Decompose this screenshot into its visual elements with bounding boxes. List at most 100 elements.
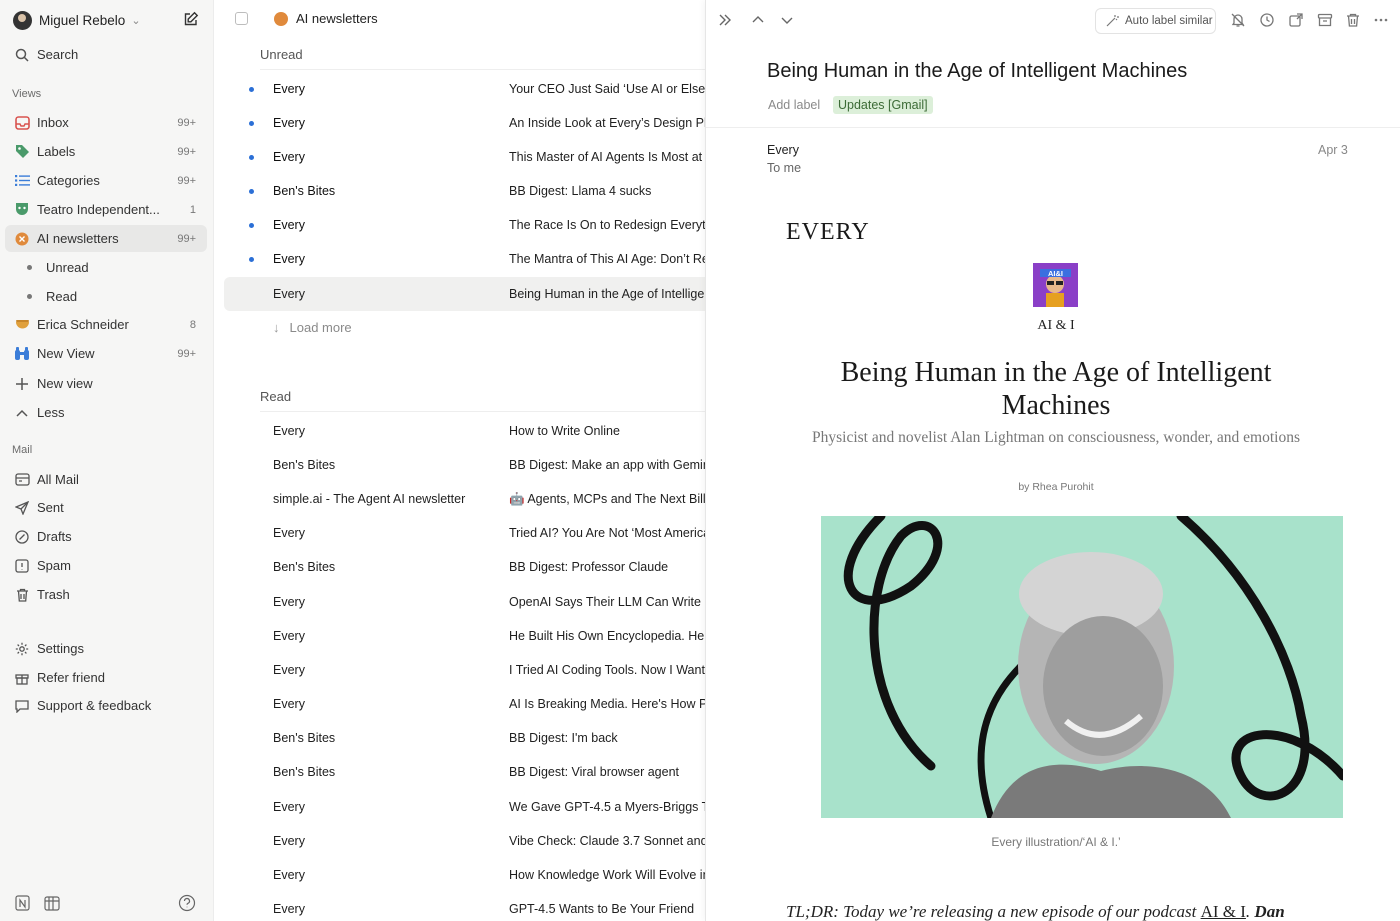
table-row[interactable]: Every The Mantra of This AI Age: Don’t R… — [224, 242, 705, 276]
row-subject: Tried AI? You Are Not ‘Most America — [509, 526, 705, 540]
sidebar-item-count: 99+ — [177, 347, 196, 360]
table-row[interactable]: Every We Gave GPT-4.5 a Myers-Briggs Te — [224, 790, 705, 824]
label-chip[interactable]: Updates [Gmail] — [833, 96, 933, 114]
collapse-panel-icon[interactable] — [717, 12, 733, 28]
inbox-icon — [13, 114, 31, 132]
auto-label-similar-button[interactable]: Auto label similar — [1095, 8, 1216, 34]
row-sender: Every — [273, 116, 305, 130]
row-subject: OpenAI Says Their LLM Can Write Cr — [509, 595, 705, 609]
sidebar-item-unread[interactable]: Unread — [5, 254, 207, 281]
unread-indicator — [249, 257, 254, 262]
search-button[interactable]: Search — [5, 41, 207, 68]
robot-icon — [13, 230, 31, 248]
email-subject: Being Human in the Age of Intelligent Ma… — [767, 60, 1188, 82]
sidebar-item-refer-friend[interactable]: Refer friend — [5, 664, 207, 691]
chevron-up-icon[interactable] — [750, 12, 766, 28]
gear-icon — [13, 640, 31, 658]
table-row[interactable]: Every This Master of AI Agents Is Most a… — [224, 140, 705, 174]
row-subject: Your CEO Just Said ‘Use AI or Else.’ H — [509, 82, 705, 96]
row-sender: Every — [273, 526, 305, 540]
table-row[interactable]: Ben's Bites BB Digest: I'm back — [224, 721, 705, 755]
sidebar-item-inbox[interactable]: Inbox 99+ — [5, 109, 207, 136]
podcast-link[interactable]: AI & I — [1201, 902, 1246, 921]
archive-icon[interactable] — [1317, 12, 1333, 28]
sidebar-item-drafts[interactable]: Drafts — [5, 523, 207, 550]
sidebar-item-label: All Mail — [37, 472, 79, 487]
table-row[interactable]: Every GPT-4.5 Wants to Be Your Friend — [224, 892, 705, 921]
help-icon[interactable] — [178, 894, 196, 912]
account-switcher[interactable]: Miguel Rebelo ⌄ — [13, 9, 141, 31]
table-row[interactable]: Every He Built His Own Encyclopedia. He S — [224, 619, 705, 653]
table-row[interactable]: Ben's Bites BB Digest: Make an app with G… — [224, 448, 705, 482]
sidebar-item-read[interactable]: Read — [5, 283, 207, 310]
table-row[interactable]: Every How to Write Online — [224, 414, 705, 448]
calendar-icon[interactable] — [44, 896, 60, 911]
move-icon[interactable] — [1288, 12, 1304, 28]
table-row[interactable]: Every I Tried AI Coding Tools. Now I Want — [224, 653, 705, 687]
select-all-checkbox[interactable] — [235, 12, 248, 25]
sidebar-item-label: New View — [37, 346, 95, 361]
chat-icon — [13, 697, 31, 715]
more-options-icon[interactable] — [1373, 12, 1389, 28]
table-row-selected[interactable]: Every Being Human in the Age of Intellig… — [224, 277, 705, 311]
sidebar-item-trash[interactable]: Trash — [5, 581, 207, 608]
recipient: To me — [767, 161, 802, 175]
chevron-down-icon[interactable] — [779, 12, 795, 28]
trash-icon[interactable] — [1345, 12, 1361, 28]
sidebar-item-settings[interactable]: Settings — [5, 635, 207, 662]
article-intro: TL;DR: Today we’re releasing a new episo… — [786, 902, 1346, 921]
sidebar-item-new-view-saved[interactable]: New View 99+ — [5, 340, 207, 367]
table-row[interactable]: Ben's Bites BB Digest: Viral browser agen… — [224, 755, 705, 789]
table-row[interactable]: Every The Race Is On to Redesign Everyth… — [224, 208, 705, 242]
row-sender: Ben's Bites — [273, 458, 336, 472]
sidebar-item-spam[interactable]: Spam — [5, 552, 207, 579]
table-row[interactable]: Ben's Bites BB Digest: Llama 4 sucks — [224, 174, 705, 208]
sidebar-item-ai-newsletters[interactable]: AI newsletters 99+ — [5, 225, 207, 252]
table-row[interactable]: Ben's Bites BB Digest: Professor Claude — [224, 550, 705, 584]
sidebar-item-label: Drafts — [37, 529, 72, 544]
row-subject: BB Digest: I'm back — [509, 731, 618, 745]
mute-bell-icon[interactable] — [1230, 12, 1246, 28]
binoculars-icon — [13, 345, 31, 363]
sidebar-item-label: Support & feedback — [37, 698, 152, 713]
row-sender: Ben's Bites — [273, 560, 336, 574]
row-subject: I Tried AI Coding Tools. Now I Want — [509, 663, 705, 677]
add-label-button[interactable]: Add label — [768, 98, 820, 112]
sidebar-item-support[interactable]: Support & feedback — [5, 692, 207, 719]
sidebar-item-labels[interactable]: Labels 99+ — [5, 138, 207, 165]
row-sender: Ben's Bites — [273, 731, 336, 745]
table-row[interactable]: Every Vibe Check: Claude 3.7 Sonnet and C — [224, 824, 705, 858]
load-more-button[interactable]: ↓ Load more — [273, 320, 352, 335]
snooze-clock-icon[interactable] — [1259, 12, 1275, 28]
row-sender: Every — [273, 834, 305, 848]
sidebar-item-label: New view — [37, 376, 93, 391]
unread-indicator — [249, 87, 254, 92]
sidebar-item-count: 99+ — [177, 174, 196, 187]
header-divider — [706, 127, 1400, 128]
table-row[interactable]: simple.ai - The Agent AI newsletter 🤖 Age… — [224, 482, 705, 516]
gift-icon — [13, 669, 31, 687]
less-toggle[interactable]: Less — [5, 399, 207, 426]
sidebar-item-label: Sent — [37, 500, 64, 515]
table-row[interactable]: Every AI Is Breaking Media. Here's How Pu — [224, 687, 705, 721]
notion-icon[interactable] — [15, 895, 30, 911]
row-subject: BB Digest: Make an app with Gemin — [509, 458, 705, 472]
table-row[interactable]: Every OpenAI Says Their LLM Can Write Cr — [224, 585, 705, 619]
table-row[interactable]: Every Tried AI? You Are Not ‘Most America — [224, 516, 705, 550]
sidebar-item-categories[interactable]: Categories 99+ — [5, 167, 207, 194]
new-view-button[interactable]: New view — [5, 370, 207, 397]
sender-name[interactable]: Every — [767, 143, 799, 157]
compose-icon[interactable] — [183, 11, 199, 27]
sidebar-item-erica-schneider[interactable]: Erica Schneider 8 — [5, 311, 207, 338]
table-row[interactable]: Every How Knowledge Work Will Evolve in — [224, 858, 705, 892]
sidebar-item-sent[interactable]: Sent — [5, 494, 207, 521]
reader-toolbar: Auto label similar — [706, 0, 1400, 40]
table-row[interactable]: Every An Inside Look at Every’s Design P… — [224, 106, 705, 140]
bowl-icon — [13, 316, 31, 334]
sidebar-item-teatro[interactable]: Teatro Independent... 1 — [5, 196, 207, 223]
table-row[interactable]: Every Your CEO Just Said ‘Use AI or Else… — [224, 72, 705, 106]
row-subject: An Inside Look at Every’s Design Phi — [509, 116, 705, 130]
chevron-up-icon — [13, 404, 31, 422]
sidebar-item-all-mail[interactable]: All Mail — [5, 466, 207, 493]
row-sender: Every — [273, 252, 305, 266]
